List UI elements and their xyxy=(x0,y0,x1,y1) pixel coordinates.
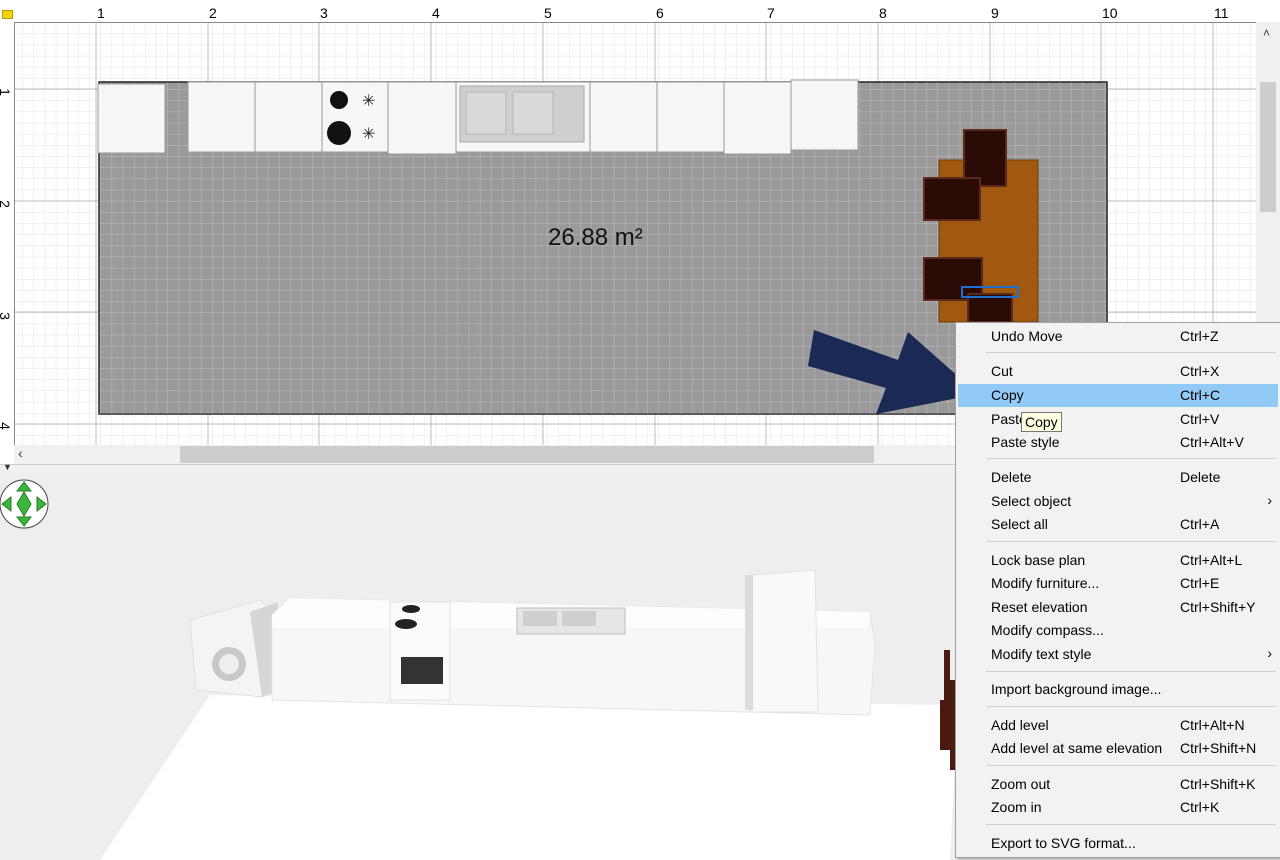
menu-item-add-level[interactable]: Add level Ctrl+Alt+N xyxy=(958,714,1278,737)
menu-item-copy[interactable]: Copy Ctrl+C xyxy=(958,384,1278,407)
ruler-mark: 2 xyxy=(0,200,13,208)
menu-item-paste-style[interactable]: Paste style Ctrl+Alt+V xyxy=(958,431,1278,454)
menu-item-lock-base-plan[interactable]: Lock base plan Ctrl+Alt+L xyxy=(958,549,1278,572)
menu-separator xyxy=(986,541,1276,542)
tooltip: Copy xyxy=(1021,412,1062,432)
menu-item-zoom-in[interactable]: Zoom in Ctrl+K xyxy=(958,796,1278,819)
ruler-mark: 9 xyxy=(991,5,999,21)
navigation-arrows-icon[interactable] xyxy=(0,476,50,534)
submenu-arrow-icon: › xyxy=(1267,645,1272,661)
scroll-left-arrow-icon[interactable]: ‹ xyxy=(18,445,23,461)
ruler-mark: 7 xyxy=(767,5,775,21)
menu-separator xyxy=(986,765,1276,766)
menu-item-modify-text-style[interactable]: Modify text style › xyxy=(958,643,1278,666)
menu-separator xyxy=(986,824,1276,825)
lock-icon[interactable] xyxy=(2,10,13,19)
ruler-mark: 4 xyxy=(432,5,440,21)
menu-item-export-svg[interactable]: Export to SVG format... xyxy=(958,832,1278,855)
svg-text:✳: ✳ xyxy=(362,93,375,110)
ruler-mark: 1 xyxy=(97,5,105,21)
menu-item-select-object[interactable]: Select object › xyxy=(958,490,1278,513)
menu-item-modify-furniture[interactable]: Modify furniture... Ctrl+E xyxy=(958,572,1278,595)
menu-item-delete[interactable]: Delete Delete xyxy=(958,466,1278,489)
context-menu: Undo Move Ctrl+Z Cut Ctrl+X Copy Ctrl+C … xyxy=(955,322,1280,858)
menu-item-reset-elevation[interactable]: Reset elevation Ctrl+Shift+Y xyxy=(958,596,1278,619)
ruler-mark: 11 xyxy=(1214,5,1229,21)
ruler-mark: 3 xyxy=(320,5,328,21)
submenu-arrow-icon: › xyxy=(1267,492,1272,508)
menu-item-undo-move[interactable]: Undo Move Ctrl+Z xyxy=(958,325,1278,348)
ruler-corner xyxy=(0,0,14,22)
menu-item-add-level-same-elevation[interactable]: Add level at same elevation Ctrl+Shift+N xyxy=(958,737,1278,760)
menu-separator xyxy=(986,352,1276,353)
horizontal-scroll-thumb[interactable] xyxy=(180,446,874,463)
ruler-mark: 1 xyxy=(0,88,13,96)
menu-item-import-background-image[interactable]: Import background image... xyxy=(958,678,1278,701)
room-area-label: 26.88 m² xyxy=(548,224,643,251)
vertical-ruler: 1 2 3 4 xyxy=(0,22,15,445)
menu-separator xyxy=(986,458,1276,459)
vertical-scroll-thumb[interactable] xyxy=(1260,82,1276,212)
ruler-mark: 6 xyxy=(656,5,664,21)
menu-separator xyxy=(986,706,1276,707)
ruler-mark: 10 xyxy=(1102,5,1118,21)
ruler-mark: 3 xyxy=(0,312,13,320)
menu-item-select-all[interactable]: Select all Ctrl+A xyxy=(958,513,1278,536)
horizontal-ruler: 1 2 3 4 5 6 7 8 9 10 11 xyxy=(14,0,1256,23)
menu-item-zoom-out[interactable]: Zoom out Ctrl+Shift+K xyxy=(958,773,1278,796)
menu-item-paste[interactable]: Paste Ctrl+V xyxy=(958,408,1278,431)
ruler-mark: 8 xyxy=(879,5,887,21)
ruler-mark: 4 xyxy=(0,422,13,430)
ruler-mark: 2 xyxy=(209,5,217,21)
scroll-up-arrow-icon[interactable]: ˄ xyxy=(1263,26,1270,40)
svg-text:✳: ✳ xyxy=(362,126,375,143)
menu-item-cut[interactable]: Cut Ctrl+X xyxy=(958,360,1278,383)
collapse-arrow-icon[interactable]: ▼ xyxy=(3,462,12,472)
pointer-arrow-icon xyxy=(808,330,978,414)
menu-separator xyxy=(986,671,1276,672)
menu-item-modify-compass[interactable]: Modify compass... xyxy=(958,619,1278,642)
ruler-mark: 5 xyxy=(544,5,552,21)
